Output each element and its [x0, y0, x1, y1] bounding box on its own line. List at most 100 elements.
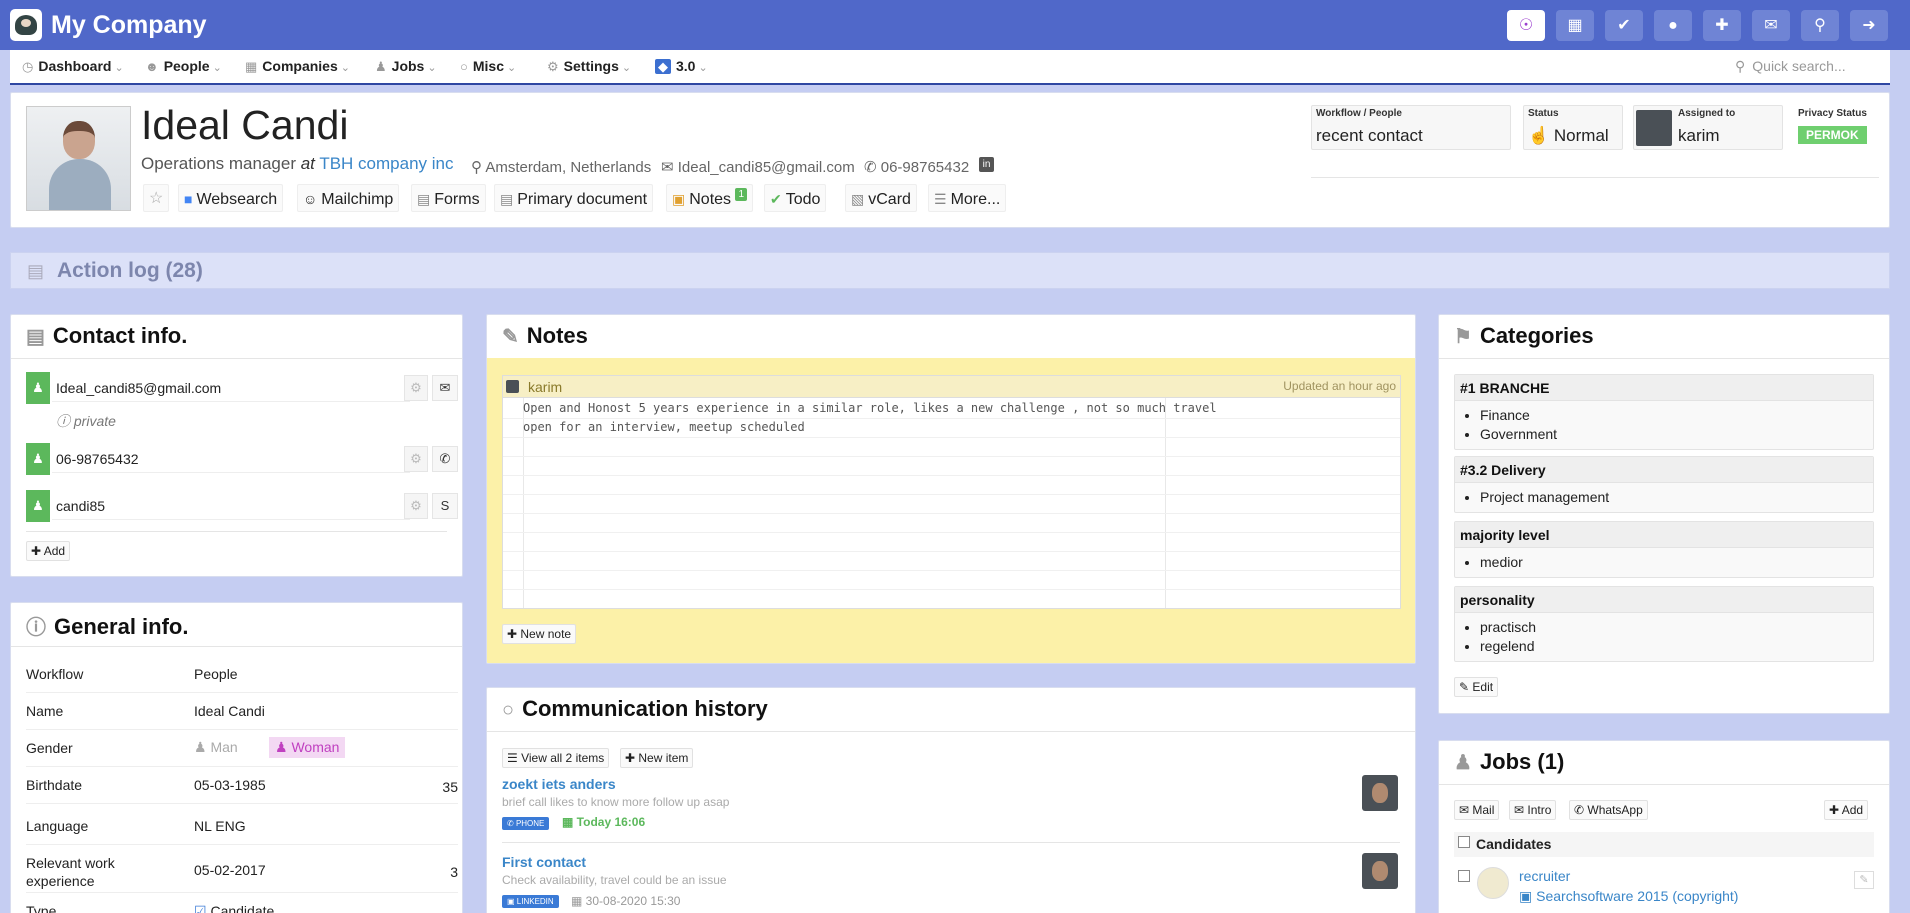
- row-value[interactable]: Ideal Candi: [194, 703, 265, 719]
- person-icon: ♟: [375, 59, 387, 74]
- edit-categories-button[interactable]: ✎ Edit: [1454, 677, 1499, 697]
- status-field[interactable]: Status ☝ Normal: [1523, 105, 1623, 150]
- app-title[interactable]: My Company: [51, 10, 207, 40]
- note-author: karim: [528, 379, 563, 395]
- websearch-button[interactable]: ■ Websearch: [178, 184, 284, 212]
- favorite-star-icon[interactable]: ☆: [143, 184, 170, 212]
- new-note-button[interactable]: ✚ New note: [502, 624, 577, 644]
- privacy-field[interactable]: Privacy Status PERMOK: [1793, 105, 1883, 150]
- quick-search[interactable]: ⚲ Quick search...: [1735, 54, 1890, 79]
- envelope-icon[interactable]: ✉: [432, 375, 458, 401]
- calendar-icon[interactable]: ▦: [1556, 10, 1594, 41]
- jobs-mail-button[interactable]: ✉ Mail: [1454, 800, 1500, 820]
- top-bar: My Company ☉ ▦ ✔ ● ✚ ✉ ⚲ ➜: [0, 0, 1910, 50]
- job-title-link[interactable]: recruiter: [1519, 868, 1570, 884]
- nav-misc[interactable]: ○ Misc ⌄: [460, 50, 516, 83]
- nav-settings-label: Settings: [563, 58, 619, 74]
- general-row-language: Language NL ENG: [26, 804, 458, 845]
- gender-man-option[interactable]: ♟ Man: [194, 739, 238, 756]
- nav-jobs[interactable]: ♟ Jobs ⌄: [375, 50, 437, 83]
- assigned-field[interactable]: Assigned to karim: [1633, 105, 1783, 150]
- email-meta[interactable]: ✉ Ideal_candi85@gmail.com: [661, 158, 855, 176]
- gear-icon[interactable]: ⚙: [404, 446, 428, 472]
- edit-icon[interactable]: ✎: [1854, 871, 1874, 889]
- nav-dashboard-label: Dashboard: [38, 58, 112, 74]
- row-value[interactable]: People: [194, 666, 238, 682]
- company-link[interactable]: TBH company inc: [319, 154, 453, 173]
- select-all-checkbox[interactable]: [1458, 836, 1470, 848]
- new-item-button[interactable]: ✚ New item: [620, 748, 694, 768]
- communication-title: Communication history: [522, 696, 768, 721]
- jobs-add-button[interactable]: ✚ Add: [1824, 800, 1869, 820]
- user-icon: ♟: [26, 372, 50, 404]
- company-logo[interactable]: [10, 9, 42, 41]
- add-user-icon[interactable]: ✚: [1703, 10, 1741, 41]
- todo-button[interactable]: ✔ Todo: [764, 184, 827, 212]
- logout-icon[interactable]: ➜: [1850, 10, 1888, 41]
- circle-icon: ○: [460, 59, 468, 74]
- forms-button[interactable]: ▤ Forms: [411, 184, 486, 212]
- mail-icon[interactable]: ✉: [1752, 10, 1790, 41]
- phone-field[interactable]: 06-98765432: [52, 445, 410, 473]
- gender-woman-option[interactable]: ♟ Woman: [269, 737, 346, 758]
- skype-icon[interactable]: S: [432, 493, 458, 519]
- vcard-button[interactable]: ▧ vCard: [845, 184, 917, 212]
- vcard-label: vCard: [868, 191, 911, 208]
- gear-icon[interactable]: ⚙: [404, 375, 428, 401]
- nav-dashboard[interactable]: ◷ Dashboard ⌄: [22, 50, 124, 83]
- note-editor[interactable]: karim Updated an hour ago Open and Honos…: [502, 375, 1401, 609]
- comm-item-title[interactable]: zoekt iets anders: [502, 776, 616, 792]
- tags-icon: ⚑: [1454, 326, 1472, 348]
- skype-field[interactable]: candi85: [52, 492, 410, 520]
- jobs-intro-button[interactable]: ✉ Intro: [1509, 800, 1557, 820]
- chevron-down-icon: ⌄: [621, 62, 632, 74]
- categories-card: ⚑ Categories #1 BRANCHE FinanceGovernment…: [1438, 314, 1890, 714]
- comm-tag-label: LINKEDIN: [516, 897, 554, 906]
- note-header: karim Updated an hour ago: [503, 376, 1400, 398]
- chat-icon[interactable]: ●: [1654, 10, 1692, 41]
- comm-date-text: 30-08-2020 15:30: [585, 894, 681, 908]
- nav-version[interactable]: ◆ 3.0 ⌄: [655, 50, 708, 83]
- primary-document-button[interactable]: ▤ Primary document: [494, 184, 654, 212]
- main-nav: ◷ Dashboard ⌄ ☻ People ⌄ ▦ Companies ⌄ ♟ Jobs ⌄ …: [10, 50, 1890, 85]
- status-text: Normal: [1553, 126, 1609, 145]
- email-field[interactable]: Ideal_candi85@gmail.com: [52, 374, 410, 402]
- gear-icon[interactable]: ⚙: [404, 493, 428, 519]
- nav-settings[interactable]: ⚙ Settings ⌄: [547, 50, 631, 83]
- linkedin-icon[interactable]: in: [979, 157, 994, 172]
- view-all-button[interactable]: ☰ View all 2 items: [502, 748, 610, 768]
- gender-man-label: Man: [210, 739, 238, 755]
- row-value[interactable]: NL ENG: [194, 818, 246, 834]
- row-value[interactable]: 05-03-1985: [194, 777, 266, 793]
- comm-item-date: ▦ Today 16:06: [562, 815, 645, 829]
- workflow-field[interactable]: Workflow / People recent contact: [1311, 105, 1511, 150]
- list-icon: ▤: [27, 261, 45, 281]
- status-value: ☝ Normal: [1528, 126, 1609, 146]
- jobs-whatsapp-button[interactable]: ✆ WhatsApp: [1569, 800, 1648, 820]
- add-contact-button[interactable]: ✚ Add: [26, 541, 71, 561]
- profile-photo[interactable]: [26, 106, 131, 211]
- mailchimp-button[interactable]: ☺ Mailchimp: [297, 184, 400, 212]
- nav-people[interactable]: ☻ People ⌄: [145, 50, 222, 83]
- row-value[interactable]: 05-02-2017: [194, 862, 266, 878]
- more-button[interactable]: ☰ More...: [928, 184, 1007, 212]
- type-value[interactable]: ☑ Candidate: [194, 903, 274, 913]
- accessibility-icon[interactable]: ☉: [1507, 10, 1545, 41]
- chevron-down-icon: ⌄: [212, 62, 222, 74]
- phone-icon[interactable]: ✆: [432, 446, 458, 472]
- divider: [502, 842, 1400, 843]
- category-group-name: majority level: [1455, 522, 1873, 548]
- job-company-link[interactable]: ▣ Searchsoftware 2015 (copyright): [1519, 888, 1738, 905]
- todo-label: Todo: [785, 191, 821, 208]
- nav-companies[interactable]: ▦ Companies ⌄: [245, 50, 350, 83]
- notes-button[interactable]: ▣ Notes 1: [666, 184, 754, 212]
- role-text: Operations manager: [141, 154, 296, 173]
- action-log-bar[interactable]: ▤ Action log (28): [10, 252, 1890, 289]
- mailchimp-icon: ☺: [303, 191, 318, 207]
- job-checkbox[interactable]: [1458, 870, 1470, 882]
- comm-item-title[interactable]: First contact: [502, 854, 586, 870]
- check-icon[interactable]: ✔: [1605, 10, 1643, 41]
- search-icon[interactable]: ⚲: [1801, 10, 1839, 41]
- phone-meta[interactable]: ✆ 06-98765432: [864, 158, 969, 176]
- search-icon: ⚲: [1735, 58, 1746, 74]
